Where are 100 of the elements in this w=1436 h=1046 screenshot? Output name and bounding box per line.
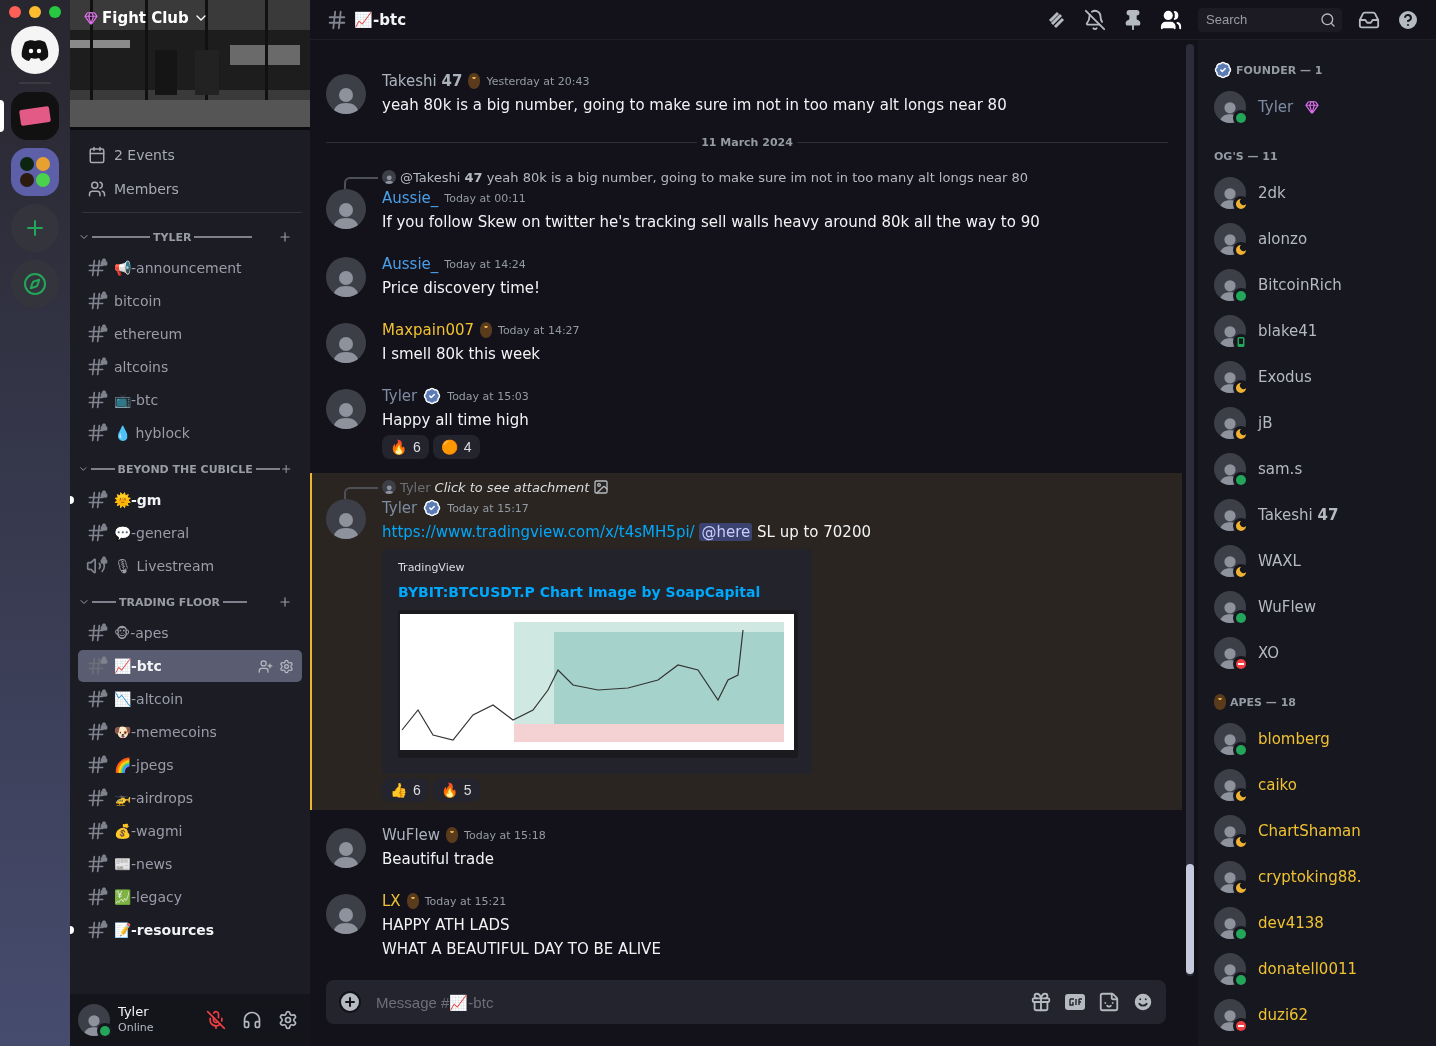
message-composer[interactable]: Message #📈-btc <box>326 980 1166 1024</box>
member-item[interactable]: donatell0011 <box>1214 946 1428 992</box>
member-item[interactable]: jB <box>1214 400 1428 446</box>
reply-author[interactable]: @Takeshi 47 <box>400 169 483 185</box>
reply-text[interactable]: Click to see attachment <box>434 479 590 495</box>
server-icon[interactable] <box>11 148 59 196</box>
gif-icon[interactable] <box>1064 993 1086 1011</box>
user-avatar[interactable] <box>78 1004 110 1036</box>
channel-item[interactable]: 📈-btc <box>78 650 302 682</box>
member-item[interactable]: Tyler <box>1214 84 1428 130</box>
user-avatar[interactable] <box>326 389 366 429</box>
channel-item[interactable]: 🐶-memecoins <box>78 716 302 748</box>
user-avatar[interactable] <box>326 499 366 539</box>
image-icon <box>593 479 610 495</box>
message-author[interactable]: Maxpain007 <box>382 321 475 339</box>
message-author[interactable]: Aussie_ <box>382 189 439 207</box>
hash-icon <box>326 8 348 31</box>
channel-item[interactable]: 💹-legacy <box>78 881 302 913</box>
settings-icon[interactable] <box>279 658 294 674</box>
member-item[interactable]: ChartShaman <box>1214 808 1428 854</box>
member-item[interactable]: alonzo <box>1214 216 1428 262</box>
member-item[interactable]: blake41 <box>1214 308 1428 354</box>
message-author[interactable]: Aussie_ <box>382 255 439 273</box>
member-item[interactable]: Takeshi 47 <box>1214 492 1428 538</box>
channel-item[interactable]: 📢-announcement <box>78 252 302 284</box>
channel-item[interactable]: 📉-altcoin <box>78 683 302 715</box>
channel-item[interactable]: 📺-btc <box>78 384 302 416</box>
channel-item[interactable]: 🌞-gm <box>78 484 302 516</box>
embed-provider: TradingView <box>398 561 466 574</box>
user-avatar[interactable] <box>326 828 366 868</box>
channel-item[interactable]: 🌈-jpegs <box>78 749 302 781</box>
channel-item[interactable]: 💰-wagmi <box>78 815 302 847</box>
reaction-button[interactable]: 🟠 4 <box>432 435 480 459</box>
boost-gem-icon <box>84 11 98 25</box>
member-item[interactable]: WAXL <box>1214 538 1428 584</box>
gift-icon[interactable] <box>1030 991 1052 1013</box>
channel-item[interactable]: 🐵-apes <box>78 617 302 649</box>
channel-item[interactable]: 💧 hyblock <box>78 417 302 449</box>
message-text: Happy all time high <box>382 410 530 431</box>
message-author[interactable]: Tyler <box>382 499 418 517</box>
channel-item[interactable]: ethereum <box>78 318 302 350</box>
server-icon[interactable] <box>11 26 59 74</box>
message-author[interactable]: LX <box>382 892 401 910</box>
members-icon[interactable] <box>1160 8 1182 31</box>
search-box[interactable]: Search <box>1198 7 1342 32</box>
message-author[interactable]: WuFlew <box>382 826 441 844</box>
add-channel-icon[interactable] <box>279 462 292 476</box>
member-item[interactable]: caiko <box>1214 762 1428 808</box>
user-avatar[interactable] <box>326 323 366 363</box>
username: Tyler <box>118 1004 150 1020</box>
add-channel-icon[interactable] <box>278 595 292 609</box>
member-item[interactable]: Exodus <box>1214 354 1428 400</box>
reaction-button[interactable]: 🔥 5 <box>432 778 480 802</box>
channel-item[interactable]: 💬-general <box>78 517 302 549</box>
add-channel-icon[interactable] <box>278 230 292 244</box>
channel-item[interactable]: 📰-news <box>78 848 302 880</box>
reaction-button[interactable]: 🔥 6 <box>382 435 429 459</box>
sidebar-link[interactable]: 2 Events <box>78 138 302 172</box>
category-name[interactable]: TYLER <box>153 230 192 244</box>
message-link[interactable]: https://www.tradingview.com/x/t4sMH5pi/ <box>382 523 695 541</box>
member-item[interactable]: WuFlew <box>1214 584 1428 630</box>
channel-item[interactable]: altcoins <box>78 351 302 383</box>
member-item[interactable]: duzi62 <box>1214 992 1428 1038</box>
channel-item[interactable]: 🎙 Livestream <box>78 550 302 582</box>
server-name-button[interactable]: Fight Club <box>84 9 209 27</box>
member-item[interactable]: cryptoking88. <box>1214 854 1428 900</box>
emoji-icon[interactable] <box>1132 991 1154 1013</box>
member-item[interactable]: sam.s <box>1214 446 1428 492</box>
search-field[interactable]: Search <box>1204 11 1316 28</box>
reply-text[interactable]: yeah 80k is a big number, going to make sure im not in too many alt longs near 80 <box>486 169 1029 185</box>
close-window-button[interactable] <box>9 6 21 18</box>
user-avatar[interactable] <box>326 894 366 934</box>
member-item[interactable]: XO <box>1214 630 1428 676</box>
message-input[interactable]: Message #📈-btc <box>374 980 1018 1024</box>
message-author[interactable]: Takeshi 47 <box>382 72 463 90</box>
message-author[interactable]: Tyler <box>382 387 418 405</box>
notifications-off-icon[interactable] <box>1084 8 1106 31</box>
channel-item[interactable]: 🚁-airdrops <box>78 782 302 814</box>
embed-title[interactable]: BYBIT:BTCUSDT.P Chart Image by SoapCapital <box>398 584 796 600</box>
channel-item[interactable]: bitcoin <box>78 285 302 317</box>
mention[interactable]: @here <box>699 523 753 541</box>
member-item[interactable]: 2dk <box>1214 170 1428 216</box>
minimize-window-button[interactable] <box>29 6 41 18</box>
maximize-window-button[interactable] <box>49 6 61 18</box>
scrollbar[interactable] <box>1186 44 1194 976</box>
reaction-button[interactable]: 👍 6 <box>382 778 429 802</box>
channel-title: 📈-btc <box>354 10 407 29</box>
category-name[interactable]: BEYOND THE CUBICLE <box>117 462 253 476</box>
sidebar-link[interactable]: Members <box>78 172 302 206</box>
add-attachment-icon[interactable] <box>338 990 362 1014</box>
user-avatar[interactable] <box>326 74 366 114</box>
member-item[interactable]: BitcoinRich <box>1214 262 1428 308</box>
sticker-icon[interactable] <box>1098 991 1120 1013</box>
channel-item[interactable]: 📝-resources <box>78 914 302 946</box>
category-name[interactable]: TRADING FLOOR <box>119 595 221 609</box>
invite-icon[interactable] <box>258 658 273 674</box>
member-item[interactable]: dev4138 <box>1214 900 1428 946</box>
user-avatar[interactable] <box>326 189 366 229</box>
user-avatar[interactable] <box>326 257 366 297</box>
member-item[interactable]: blomberg <box>1214 716 1428 762</box>
